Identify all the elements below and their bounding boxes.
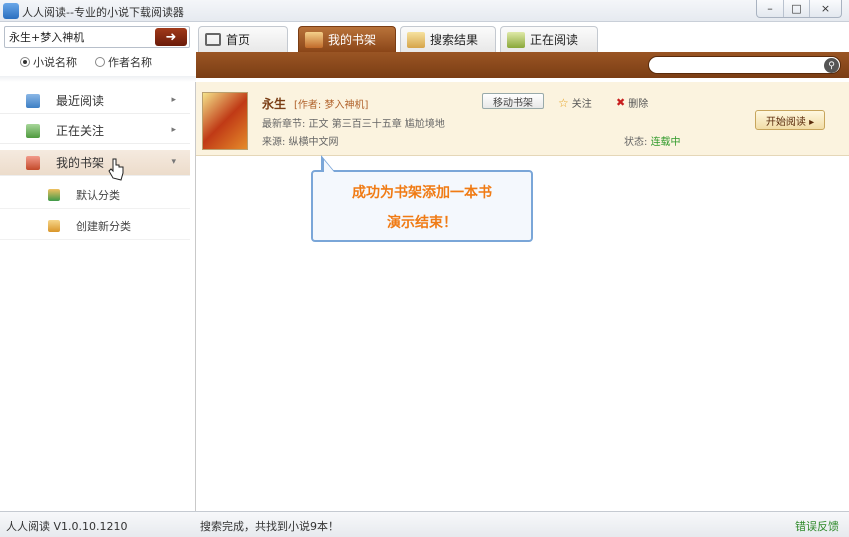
delete-label: 删除 bbox=[628, 99, 649, 110]
sidebar-item-label: 正在关注 bbox=[56, 124, 105, 138]
sidebar-item-label: 我的书架 bbox=[56, 156, 105, 170]
recent-read-icon bbox=[26, 93, 40, 108]
book-status-value: 连载中 bbox=[650, 137, 681, 148]
search-go-button[interactable]: ➜ bbox=[155, 28, 187, 46]
arrow-right-icon: ➜ bbox=[165, 29, 177, 45]
window-controls: – □ × bbox=[756, 0, 842, 18]
novel-search-box: ➜ bbox=[4, 26, 190, 48]
tab-home[interactable]: 首页 bbox=[198, 26, 288, 52]
error-feedback-link[interactable]: 错误反馈 bbox=[795, 518, 839, 534]
hand-cursor-icon bbox=[108, 158, 124, 181]
sidebar-top-shade bbox=[0, 76, 196, 82]
radio-author-name-label: 作者名称 bbox=[108, 56, 152, 69]
book-latest-chapter: 最新章节: 正文 第三百三十五章 尴尬境地 bbox=[262, 119, 445, 130]
chevron-right-icon: ▸ bbox=[171, 125, 176, 135]
star-icon: ☆ bbox=[558, 95, 569, 110]
radio-novel-name-label: 小说名称 bbox=[33, 56, 77, 69]
book-source: 来源: 纵横中文网 bbox=[262, 137, 339, 148]
radio-unselected-icon bbox=[95, 57, 105, 67]
bookshelf-search-input[interactable] bbox=[657, 58, 817, 72]
sidebar-subitem-label: 默认分类 bbox=[76, 188, 120, 202]
sidebar-subitem-label: 创建新分类 bbox=[76, 219, 131, 233]
radio-author-name[interactable]: 作者名称 bbox=[95, 54, 152, 70]
book-status: 状态: 连载中 bbox=[624, 133, 681, 148]
bookshelf-icon bbox=[305, 31, 323, 48]
radio-selected-icon bbox=[20, 57, 30, 67]
home-icon bbox=[205, 33, 221, 46]
tab-label: 正在阅读 bbox=[530, 33, 579, 47]
app-logo-icon bbox=[3, 3, 19, 19]
search-type-options: 小说名称 作者名称 bbox=[20, 54, 152, 70]
tab-now-reading[interactable]: 正在阅读 bbox=[500, 26, 598, 52]
sidebar-item-bookshelf[interactable]: 我的书架 ▾ bbox=[0, 150, 190, 176]
tab-label: 搜索结果 bbox=[430, 33, 479, 47]
book-status-label: 状态: bbox=[624, 137, 648, 148]
delete-x-icon: ✖ bbox=[616, 96, 626, 109]
tab-label: 首页 bbox=[226, 33, 251, 47]
follow-button[interactable]: ☆ 关注 bbox=[558, 95, 592, 111]
callout-end-message: 演示结束！ bbox=[387, 215, 457, 231]
book-title[interactable]: 永生 bbox=[262, 95, 286, 112]
status-message: 搜索完成，共找到小说9本！ bbox=[200, 520, 339, 533]
books-icon bbox=[48, 188, 60, 201]
delete-button[interactable]: ✖ 删除 bbox=[616, 95, 648, 110]
title-bar: 人人阅读--专业的小说下载阅读器 – □ × bbox=[0, 0, 849, 22]
sidebar-item-label: 最近阅读 bbox=[56, 94, 105, 108]
sidebar-item-recent-read[interactable]: 最近阅读 ▸ bbox=[0, 88, 190, 114]
book-cover-image[interactable] bbox=[202, 92, 248, 150]
sidebar-subitem-default-category[interactable]: 默认分类 bbox=[0, 181, 190, 209]
maximize-button[interactable]: □ bbox=[783, 0, 809, 17]
chevron-right-icon: ▸ bbox=[171, 95, 176, 105]
callout-message: 成功为书架添加一本书 bbox=[352, 185, 492, 201]
book-list-item[interactable]: 永生 [作者: 梦入神机] 最新章节: 正文 第三百三十五章 尴尬境地 来源: … bbox=[196, 82, 849, 156]
close-button[interactable]: × bbox=[809, 0, 841, 17]
search-results-icon bbox=[407, 31, 425, 48]
start-reading-button[interactable]: 开始阅读 ▸ bbox=[755, 110, 825, 130]
move-shelf-button[interactable]: 移动书架 bbox=[482, 93, 544, 109]
chevron-down-icon: ▾ bbox=[171, 157, 176, 167]
reading-icon bbox=[507, 31, 525, 48]
tab-search-results[interactable]: 搜索结果 bbox=[400, 26, 496, 52]
book-author: [作者: 梦入神机] bbox=[294, 100, 369, 111]
bookshelf-icon bbox=[26, 155, 40, 170]
callout-pointer-inner bbox=[324, 160, 334, 172]
radio-novel-name[interactable]: 小说名称 bbox=[20, 54, 77, 70]
novel-search-input[interactable] bbox=[9, 29, 149, 45]
following-icon bbox=[26, 123, 40, 138]
window-title: 人人阅读--专业的小说下载阅读器 bbox=[22, 6, 184, 19]
bookshelf-search-box: ⚲ bbox=[648, 56, 841, 74]
demo-callout: 成功为书架添加一本书 演示结束！ bbox=[311, 170, 533, 242]
sidebar-subitem-new-category[interactable]: 创建新分类 bbox=[0, 212, 190, 240]
tab-bookshelf[interactable]: 我的书架 bbox=[298, 26, 396, 52]
sidebar-item-following[interactable]: 正在关注 ▸ bbox=[0, 118, 190, 144]
minimize-button[interactable]: – bbox=[757, 0, 783, 17]
new-category-icon bbox=[48, 219, 60, 232]
search-icon[interactable]: ⚲ bbox=[824, 58, 839, 73]
app-version: 人人阅读 V1.0.10.1210 bbox=[6, 520, 128, 533]
tab-label: 我的书架 bbox=[328, 33, 377, 47]
status-bar: 人人阅读 V1.0.10.1210 搜索完成，共找到小说9本！ 错误反馈 bbox=[0, 511, 849, 537]
content-toolbar: ⚲ bbox=[196, 52, 849, 78]
follow-label: 关注 bbox=[571, 99, 592, 110]
